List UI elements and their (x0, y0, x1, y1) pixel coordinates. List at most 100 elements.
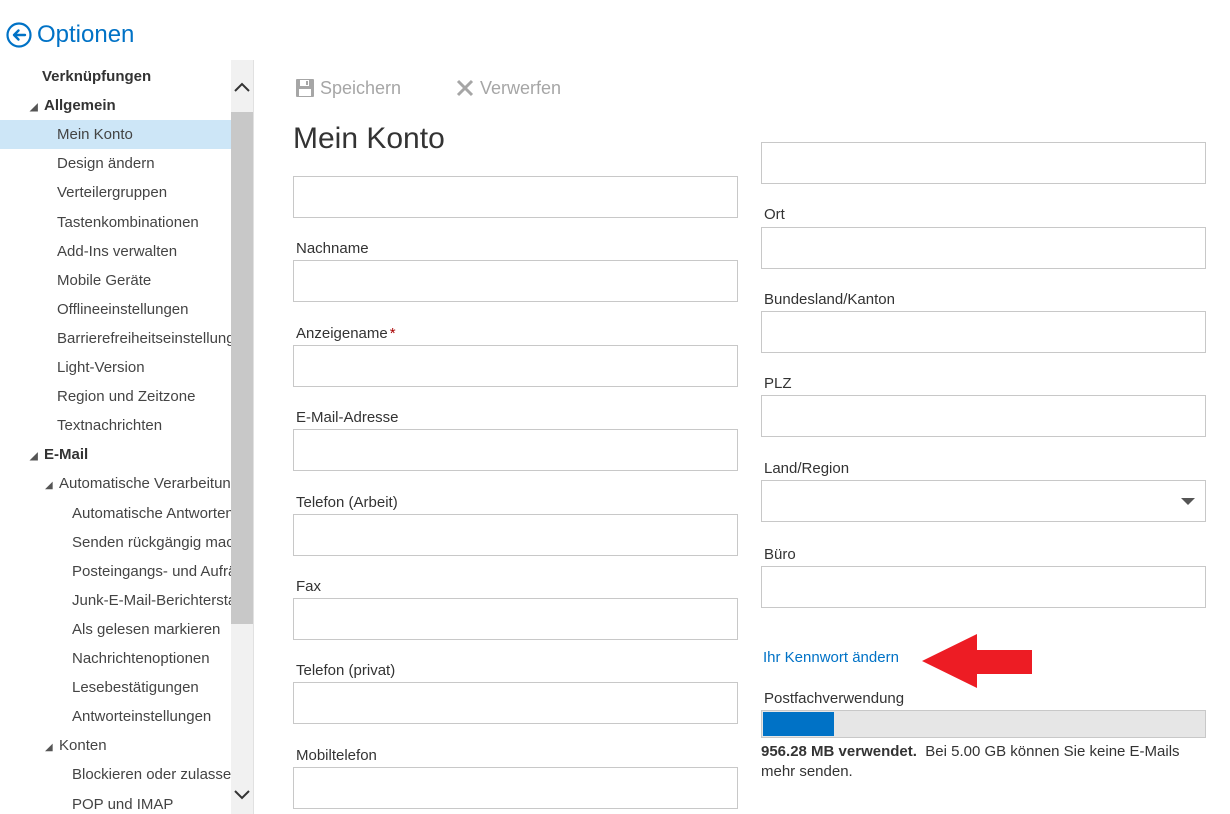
email-field[interactable] (293, 429, 738, 471)
field-above-nachname[interactable] (293, 176, 738, 218)
nav-item-label: Antworteinstellungen (72, 708, 212, 726)
office-label: Büro (764, 546, 796, 563)
nav-item-offlineeinstellungen[interactable]: Offlineeinstellungen (0, 295, 231, 324)
save-button[interactable]: Speichern (296, 76, 401, 100)
work-phone-label: Telefon (Arbeit) (296, 494, 398, 511)
nav-item-label: Mobile Geräte (57, 271, 152, 289)
nav-item-label: Als gelesen markieren (72, 620, 221, 638)
nav-item-label: E-Mail (44, 446, 89, 464)
home-phone-label: Telefon (privat) (296, 662, 396, 679)
save-label: Speichern (320, 77, 402, 98)
required-marker: * (389, 325, 396, 342)
lastname-label: Nachname (296, 240, 369, 257)
nav-item-konten[interactable]: ◢ Konten (0, 731, 231, 760)
country-select[interactable] (761, 480, 1206, 522)
nav-item-verteilergruppen[interactable]: Verteilergruppen (0, 178, 231, 207)
chevron-down-icon (234, 790, 250, 800)
nav-item-label: Barrierefreiheitseinstellungen (57, 329, 231, 347)
nav-item-label: Senden rückgängig machen (72, 533, 231, 551)
arrow-left-circle-icon[interactable] (6, 22, 32, 48)
displayname-field[interactable] (293, 345, 738, 387)
expand-triangle-icon[interactable]: ◢ (30, 442, 44, 469)
email-label: E-Mail-Adresse (296, 409, 399, 426)
red-arrow-annotation-icon (922, 634, 1032, 688)
expand-triangle-icon[interactable]: ◢ (30, 93, 44, 120)
dropdown-arrow-icon (1181, 498, 1195, 505)
office-field[interactable] (761, 566, 1206, 608)
nav-item-antworteinstellungen[interactable]: Antworteinstellungen (0, 702, 231, 731)
nav-item-label: Design ändern (57, 155, 155, 173)
displayname-label: Anzeigename * (296, 325, 396, 342)
scrollbar-thumb[interactable] (231, 112, 253, 624)
nav-item-label: Region und Zeitzone (57, 388, 196, 406)
nav-item-tastenkombinationen[interactable]: Tastenkombinationen (0, 208, 231, 237)
mailbox-usage-text: 956.28 MB verwendet. Bei 5.00 GB können … (761, 742, 1206, 782)
mailbox-used-text: 956.28 MB verwendet. (761, 743, 917, 760)
nav-item-verknüpfungen[interactable]: Verknüpfungen (0, 62, 231, 91)
nav-item-label: Posteingangs- und Aufräumregeln (72, 562, 231, 580)
change-password-link[interactable]: Ihr Kennwort ändern (763, 649, 899, 666)
nav-item-add-ins-verwalten[interactable]: Add-Ins verwalten (0, 237, 231, 266)
nav-item-als-gelesen-markieren[interactable]: Als gelesen markieren (0, 615, 231, 644)
nav-item-label: Nachrichtenoptionen (72, 650, 210, 667)
nav-item-label: Blockieren oder zulassen (72, 766, 231, 784)
city-field[interactable] (761, 227, 1206, 269)
nav-item-mobile-geräte[interactable]: Mobile Geräte (0, 266, 231, 295)
nav-item-label: Textnachrichten (57, 417, 163, 435)
fax-label: Fax (296, 578, 322, 595)
expand-triangle-icon[interactable]: ◢ (45, 733, 59, 760)
country-label: Land/Region (764, 460, 850, 477)
nav-item-posteingangs-und-aufräumregeln[interactable]: Posteingangs- und Aufräumregeln (0, 557, 231, 586)
nav-item-pop-und-imap[interactable]: POP und IMAP (0, 790, 231, 814)
nav-item-label: Verteilergruppen (57, 184, 168, 202)
fax-field[interactable] (293, 598, 738, 640)
nav-item-light-version[interactable]: Light-Version (0, 353, 231, 382)
mailbox-usage-fill (763, 712, 834, 736)
options-nav-tree: Verknüpfungen ◢ Allgemein Mein Konto Design … (0, 60, 231, 814)
nav-item-label: Light-Version (57, 359, 145, 376)
mailbox-usage-bar (761, 710, 1206, 738)
lastname-field[interactable] (293, 260, 738, 302)
home-phone-field[interactable] (293, 682, 738, 724)
discard-button[interactable]: Verwerfen (456, 76, 561, 100)
nav-item-label: Automatische Antworten (72, 504, 231, 522)
nav-item-allgemein[interactable]: ◢ Allgemein (0, 91, 231, 120)
nav-item-label: Verknüpfungen (42, 68, 152, 85)
nav-item-label: Offlineeinstellungen (57, 300, 189, 318)
nav-item-lesebestätigungen[interactable]: Lesebestätigungen (0, 673, 231, 702)
nav-item-region-und-zeitzone[interactable]: Region und Zeitzone (0, 382, 231, 411)
nav-item-e-mail[interactable]: ◢ E-Mail (0, 440, 231, 469)
nav-item-blockieren-oder-zulassen[interactable]: Blockieren oder zulassen (0, 760, 231, 789)
expand-triangle-icon[interactable]: ◢ (45, 471, 59, 498)
mobile-phone-field[interactable] (293, 767, 738, 809)
state-label: Bundesland/Kanton (764, 291, 895, 308)
back-to-options[interactable]: Optionen (6, 20, 134, 50)
nav-item-label: Tastenkombinationen (57, 213, 199, 231)
options-title: Optionen (37, 21, 135, 48)
page-title: Mein Konto (293, 122, 445, 155)
nav-item-label: Lesebestätigungen (72, 679, 199, 697)
scroll-down-button[interactable] (231, 780, 253, 810)
nav-item-barrierefreiheitseinstellungen[interactable]: Barrierefreiheitseinstellungen (0, 324, 231, 353)
nav-item-mein-konto[interactable]: Mein Konto (0, 120, 231, 150)
chevron-up-icon (234, 82, 250, 92)
nav-item-textnachrichten[interactable]: Textnachrichten (0, 411, 231, 440)
zip-field[interactable] (761, 395, 1206, 437)
nav-item-automatische-antworten[interactable]: Automatische Antworten (0, 499, 231, 528)
nav-scrollbar[interactable] (231, 60, 253, 814)
pane-divider (253, 60, 254, 814)
work-phone-field[interactable] (293, 514, 738, 556)
nav-item-senden-rückgängig-machen[interactable]: Senden rückgängig machen (0, 528, 231, 557)
nav-item-label: Konten (59, 737, 107, 755)
state-field[interactable] (761, 311, 1206, 353)
street-field[interactable] (761, 142, 1206, 184)
scroll-up-button[interactable] (231, 72, 253, 102)
nav-item-label: POP und IMAP (72, 795, 174, 813)
nav-item-label: Add-Ins verwalten (57, 242, 178, 260)
nav-item-design-ändern[interactable]: Design ändern (0, 149, 231, 178)
floppy-disk-icon (296, 79, 314, 97)
nav-item-nachrichtenoptionen[interactable]: Nachrichtenoptionen (0, 644, 231, 673)
nav-item-junk-e-mail-berichterstattung[interactable]: Junk-E-Mail-Berichterstattung (0, 586, 231, 615)
discard-label: Verwerfen (480, 77, 562, 98)
nav-item-automatische-verarbeitung[interactable]: ◢ Automatische Verarbeitung (0, 469, 231, 498)
